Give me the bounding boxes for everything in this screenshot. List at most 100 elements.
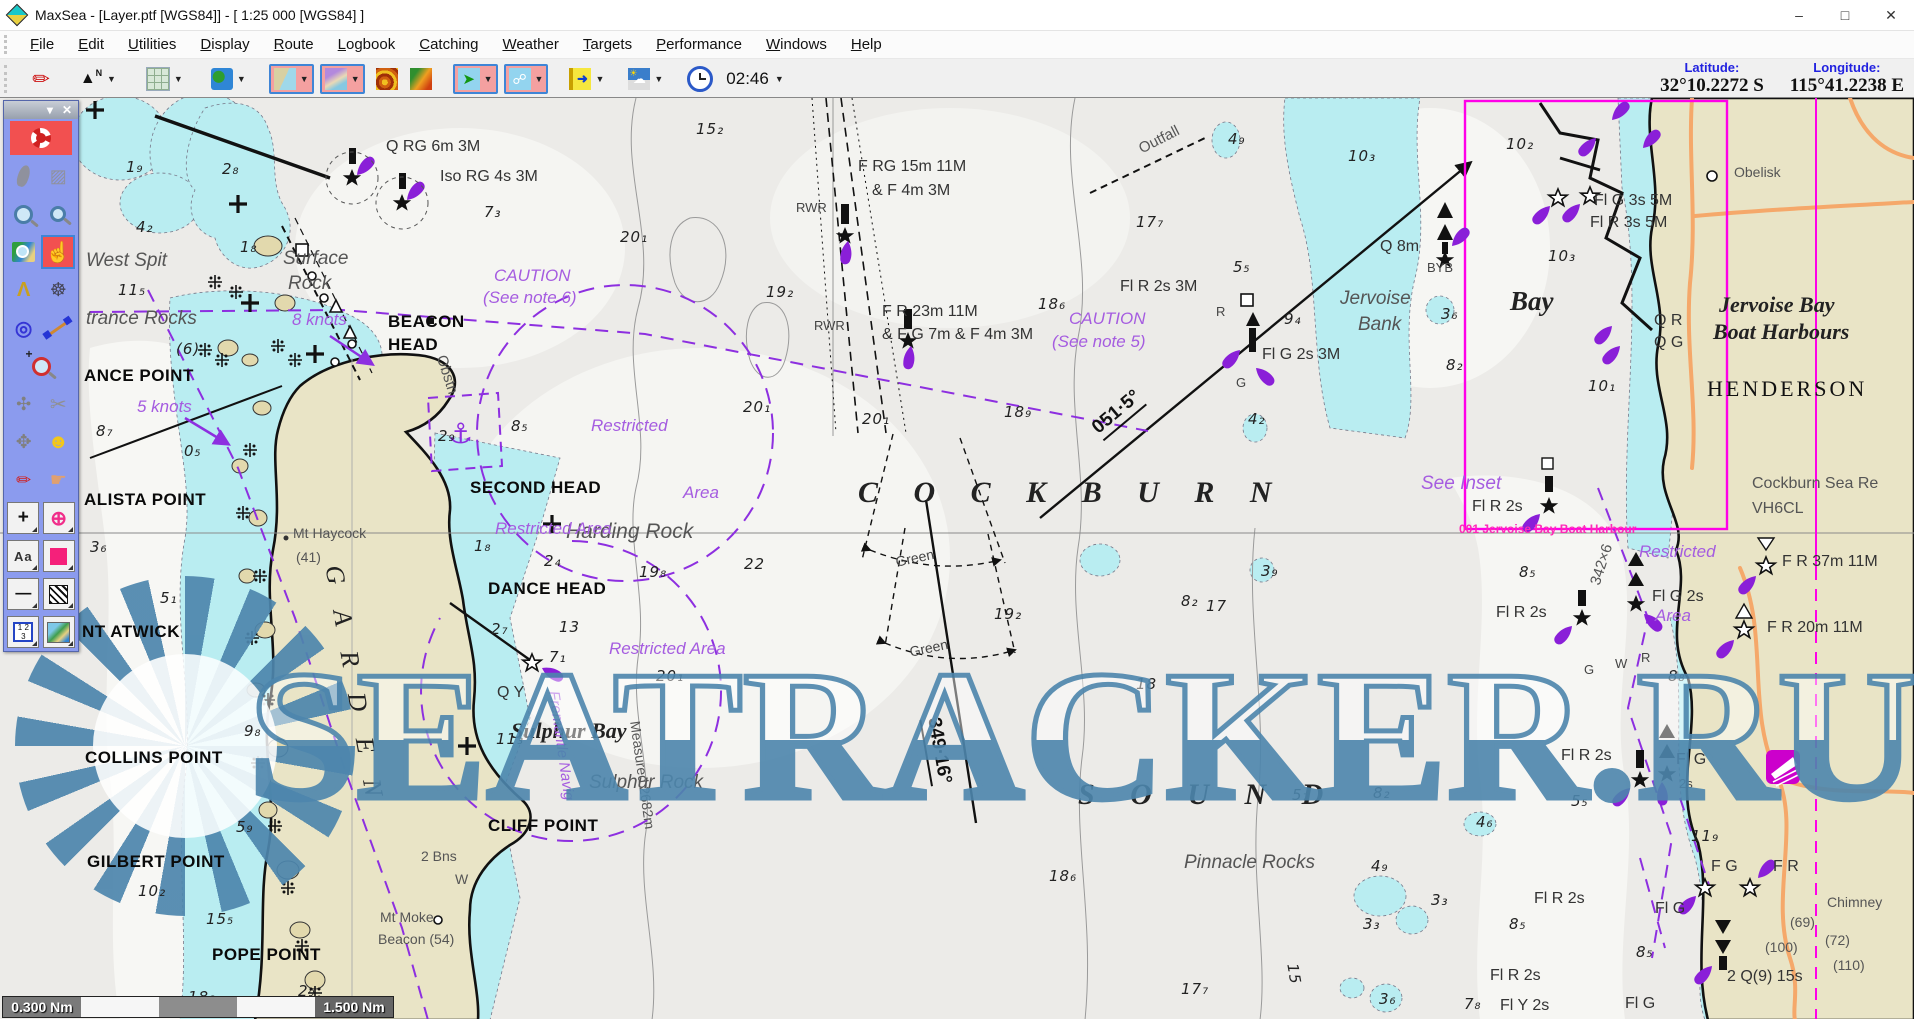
terrain-button[interactable]: [405, 64, 437, 94]
pointer-icon: ☛: [50, 469, 67, 492]
clock-button[interactable]: [682, 62, 718, 96]
select-tool[interactable]: ☛: [43, 465, 73, 495]
color-tool[interactable]: [43, 540, 75, 572]
menu-grip[interactable]: [4, 35, 12, 54]
move-tool[interactable]: ✥: [9, 427, 39, 457]
pan-tool[interactable]: ☝: [43, 237, 73, 267]
svg-text:⚓: ⚓: [448, 417, 473, 450]
door-icon: ➜: [569, 68, 591, 90]
time-dropdown-icon[interactable]: ▼: [775, 74, 784, 84]
menu-edit[interactable]: Edit: [66, 36, 116, 53]
maxsea-window: MaxSea - [Layer.ptf [WGS84]] - [ 1:25 00…: [0, 0, 1914, 1019]
move-icon: ✥: [16, 431, 32, 454]
tool-palette: ▾ ✕ ▨ ☝ Λ ☸ ◎ ✣ ✂ ✥ ☻ ✏ ☛ + ⊕Aa — 1 2 3: [3, 100, 79, 652]
fill-style-tool[interactable]: [43, 578, 75, 610]
nautical-chart[interactable]: ⚓: [0, 98, 1914, 1019]
dropdown-icon[interactable]: ▼: [107, 74, 116, 84]
mob-tool[interactable]: [10, 121, 72, 155]
event-button[interactable]: ➜▼: [564, 64, 609, 94]
palette-menu-icon[interactable]: ▾: [47, 103, 53, 117]
navigation-button[interactable]: ➤▼: [453, 64, 498, 94]
menu-route[interactable]: Route: [262, 36, 326, 53]
menu-weather[interactable]: Weather: [490, 36, 570, 53]
wpline-icon: [48, 320, 68, 335]
minimize-button[interactable]: –: [1776, 0, 1822, 30]
menu-catching[interactable]: Catching: [407, 36, 490, 53]
dropdown-icon[interactable]: ▼: [174, 74, 183, 84]
pencil-icon: ✏: [16, 470, 31, 491]
north-icon: ▲: [79, 67, 103, 91]
world-map-button[interactable]: ▼: [206, 64, 251, 94]
close-button[interactable]: ✕: [1868, 0, 1914, 30]
orientation-button[interactable]: ▲▼: [74, 63, 121, 95]
draw-tool[interactable]: ✏: [9, 465, 39, 495]
zoom-in-tool[interactable]: [9, 199, 39, 229]
boat-icon: [15, 164, 32, 188]
divider-icon: Λ: [17, 279, 30, 302]
dropdown-icon[interactable]: ▼: [654, 74, 663, 84]
palette-title-bar[interactable]: ▾ ✕: [4, 101, 78, 119]
waypoint-line-tool[interactable]: [43, 313, 73, 343]
zoom-out-tool[interactable]: [43, 199, 73, 229]
compass-tool[interactable]: ☸: [43, 275, 73, 305]
hatch-icon: [49, 585, 68, 604]
maxsea-app-icon: [6, 4, 29, 27]
toolbar: ✏▲▼▼▼▼▼➤▼☍▼➜▼☁▼ 02:46 ▼ Latitude: 32°10.…: [0, 59, 1914, 100]
range-rings-tool[interactable]: ◎: [9, 313, 39, 343]
menu-utilities[interactable]: Utilities: [116, 36, 188, 53]
divider-tool[interactable]: Λ: [9, 275, 39, 305]
palette-close-icon[interactable]: ✕: [62, 103, 72, 117]
catch-tool: ▨: [43, 161, 73, 191]
draw-mode-button[interactable]: ✏: [24, 63, 58, 95]
scale-min-label: 0.300 Nm: [11, 999, 72, 1015]
chart-3d-button[interactable]: ▼: [320, 64, 365, 94]
menu-performance[interactable]: Performance: [644, 36, 754, 53]
mapzoom-icon: [12, 242, 35, 262]
chart-area[interactable]: ⚓: [0, 97, 1914, 1019]
toolbar-grip[interactable]: [4, 65, 12, 93]
menu-file[interactable]: File: [18, 36, 66, 53]
maximize-button[interactable]: □: [1822, 0, 1868, 30]
chart-2d-button[interactable]: ▼: [269, 64, 314, 94]
weather-icon: ☁: [628, 68, 650, 90]
nav-icon: ➤: [458, 68, 480, 90]
rings-icon: ◎: [15, 316, 32, 341]
overview-tool[interactable]: [9, 237, 39, 267]
zoom-area-tool[interactable]: [26, 351, 56, 381]
mag-icon: [14, 205, 33, 224]
minimap-icon: [47, 622, 70, 643]
cut-tool[interactable]: ✂: [43, 389, 73, 419]
dropdown-icon[interactable]: ▼: [484, 74, 493, 84]
clock-icon: [687, 66, 713, 92]
lifering-icon: [31, 128, 51, 148]
time-display: 02:46: [726, 69, 769, 89]
text-tool[interactable]: Aa: [7, 540, 39, 572]
menu-logbook[interactable]: Logbook: [326, 36, 408, 53]
dropdown-icon[interactable]: ▼: [351, 74, 360, 84]
contour-button[interactable]: [371, 64, 403, 94]
info-tool[interactable]: ☻: [43, 427, 73, 457]
weather-button[interactable]: ☁▼: [623, 64, 668, 94]
grid-button[interactable]: ▼: [141, 63, 188, 95]
dropdown-icon[interactable]: ▼: [300, 74, 309, 84]
net-icon: ▨: [50, 166, 67, 187]
grid-number-tool[interactable]: 1 2 3: [7, 616, 39, 648]
cross-icon: +: [18, 507, 29, 529]
menu-help[interactable]: Help: [839, 36, 894, 53]
route-button[interactable]: ☍▼: [504, 64, 549, 94]
magsm-icon: [50, 206, 66, 222]
mark-tool[interactable]: +: [7, 502, 39, 534]
menu-targets[interactable]: Targets: [571, 36, 644, 53]
map-mini-tool[interactable]: [43, 616, 75, 648]
target-symbol-tool[interactable]: ⊕: [43, 502, 75, 534]
dropdown-icon[interactable]: ▼: [535, 74, 544, 84]
line-style-tool[interactable]: —: [7, 578, 39, 610]
polygon-icon: ✣: [16, 394, 31, 415]
dropdown-icon[interactable]: ▼: [595, 74, 604, 84]
polygon-tool[interactable]: ✣: [9, 389, 39, 419]
route-icon: ☍: [509, 68, 531, 90]
dropdown-icon[interactable]: ▼: [237, 74, 246, 84]
menu-display[interactable]: Display: [188, 36, 261, 53]
pen-icon: ✏: [29, 67, 53, 91]
menu-windows[interactable]: Windows: [754, 36, 839, 53]
